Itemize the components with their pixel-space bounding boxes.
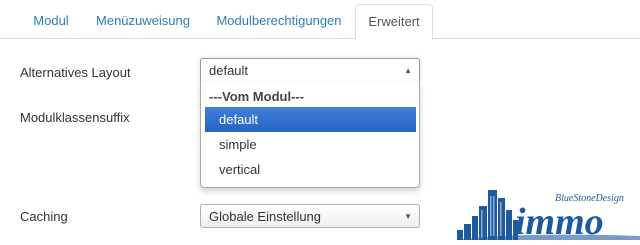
option-simple[interactable]: simple <box>205 132 416 157</box>
modulklassensuffix-label: Modulklassensuffix <box>20 110 130 125</box>
caching-value: Globale Einstellung <box>209 209 322 224</box>
alternatives-layout-dropdown: ---Vom Modul--- default simple vertical <box>200 82 420 188</box>
tab-bar: Modul Menüzuweisung Modulberechtigungen … <box>0 0 640 40</box>
triangle-up-icon: ▲ <box>404 66 412 75</box>
logo-wordmark: immo <box>515 201 604 240</box>
option-group-vom-modul: ---Vom Modul--- <box>209 89 305 104</box>
alternatives-layout-select[interactable]: default ▲ <box>200 58 420 83</box>
caching-select[interactable]: Globale Einstellung ▼ <box>200 204 420 228</box>
option-default[interactable]: default <box>205 107 416 132</box>
caching-label: Caching <box>20 209 68 224</box>
tab-modulberechtigungen[interactable]: Modulberechtigungen <box>203 4 355 39</box>
bluestone-immo-logo: immo BlueStoneDesign <box>455 186 640 243</box>
tab-modul[interactable]: Modul <box>19 4 83 39</box>
skyline-logo-graphic: immo BlueStoneDesign <box>455 190 640 243</box>
tab-menuezuweisung[interactable]: Menüzuweisung <box>83 4 203 39</box>
triangle-down-icon: ▼ <box>404 212 412 221</box>
option-vertical[interactable]: vertical <box>205 157 416 182</box>
logo-tagline: BlueStoneDesign <box>555 193 624 204</box>
alternatives-layout-value: default <box>209 63 249 78</box>
alternatives-layout-label: Alternatives Layout <box>20 65 131 80</box>
tab-erweitert[interactable]: Erweitert <box>355 4 433 40</box>
